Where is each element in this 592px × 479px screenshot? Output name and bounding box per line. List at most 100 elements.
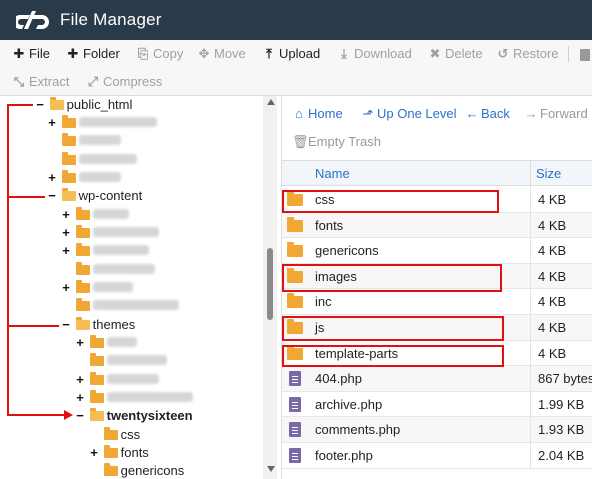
redacted-label <box>106 374 159 384</box>
tree-item[interactable]: + <box>60 206 129 224</box>
upload-button[interactable]: ⤒ Upload <box>262 42 320 66</box>
tree-item[interactable]: + <box>74 389 193 407</box>
expand-toggle[interactable]: + <box>60 224 72 242</box>
back-button[interactable]: ← Back <box>465 104 510 124</box>
tree-item[interactable] <box>60 297 179 315</box>
tree-item-fonts[interactable]: + fonts <box>88 444 149 462</box>
tree-item-genericons[interactable]: genericons <box>88 462 184 479</box>
file-row[interactable]: footer.php 2.04 KB <box>282 443 592 469</box>
php-file-icon <box>289 371 301 389</box>
tree-item[interactable]: + <box>60 224 159 242</box>
folder-icon <box>287 293 303 309</box>
tree-item-twentysixteen[interactable]: − twentysixteen <box>74 407 193 425</box>
column-divider <box>530 263 531 289</box>
file-row[interactable]: archive.php 1.99 KB <box>282 391 592 418</box>
expand-toggle[interactable]: + <box>60 206 72 224</box>
folder-icon <box>287 216 306 234</box>
php-file-icon <box>289 448 301 466</box>
extract-button[interactable]: ⤡ Extract <box>12 70 70 94</box>
folder-icon <box>75 225 90 238</box>
tree-item[interactable]: + <box>60 279 133 297</box>
file-name: archive.php <box>315 396 383 412</box>
tree-item[interactable]: + <box>60 242 149 260</box>
file-size: 4 KB <box>538 192 567 207</box>
redacted-label <box>106 355 167 365</box>
folder-icon <box>103 445 118 458</box>
new-file-button[interactable]: ✚ File <box>12 42 50 66</box>
redacted-label <box>78 154 137 164</box>
folder-icon <box>287 242 306 259</box>
scroll-up-arrow-icon[interactable] <box>267 99 275 105</box>
expand-toggle[interactable]: + <box>46 114 58 132</box>
forward-button[interactable]: → Forward <box>524 104 588 124</box>
document-icon[interactable] <box>580 49 590 61</box>
restore-button[interactable]: ↺ Restore <box>496 42 559 66</box>
file-row[interactable]: comments.php 1.93 KB <box>282 417 592 443</box>
redacted-label <box>78 135 121 145</box>
size-column-header[interactable]: Size <box>536 161 561 187</box>
redacted-label <box>92 282 133 292</box>
expand-toggle[interactable]: + <box>74 371 86 389</box>
expand-toggle[interactable]: + <box>74 334 86 352</box>
expand-toggle[interactable]: + <box>88 444 100 462</box>
tree-item[interactable] <box>74 352 167 370</box>
tree-item[interactable]: + <box>74 334 137 352</box>
name-column-header[interactable]: Name <box>315 161 350 187</box>
tree-item[interactable]: + <box>46 169 121 187</box>
scroll-down-arrow-icon[interactable] <box>267 466 275 472</box>
annotation-connector <box>7 325 59 327</box>
empty-trash-button[interactable]: 🗑Empty Trash <box>292 132 381 152</box>
close-icon: ✖ <box>429 46 441 61</box>
collapse-toggle[interactable]: − <box>74 407 86 425</box>
column-divider <box>530 187 531 212</box>
folder-open-icon <box>75 317 90 330</box>
file-row[interactable]: 404.php 867 bytes <box>282 366 592 392</box>
upload-icon: ⤒ <box>266 46 272 61</box>
compress-button[interactable]: ⤢ Compress <box>86 70 162 94</box>
tree-item-css[interactable]: css <box>88 426 140 444</box>
collapse-toggle[interactable]: − <box>34 96 46 114</box>
scrollbar-thumb[interactable] <box>267 248 273 320</box>
folder-row[interactable]: genericons 4 KB <box>282 238 592 264</box>
collapse-toggle[interactable]: − <box>46 187 58 205</box>
file-name: inc <box>315 294 332 310</box>
expand-toggle[interactable]: + <box>74 389 86 407</box>
tree-item-themes[interactable]: − themes <box>60 316 135 334</box>
tree-item[interactable]: + <box>74 371 159 389</box>
expand-toggle[interactable]: + <box>60 242 72 260</box>
folder-icon <box>75 262 90 275</box>
move-button[interactable]: ✥ Move <box>197 42 246 66</box>
delete-button[interactable]: ✖ Delete <box>428 42 483 66</box>
folder-row[interactable]: inc 4 KB <box>282 289 592 315</box>
tree-item[interactable] <box>46 151 137 169</box>
redacted-label <box>78 172 121 182</box>
download-button[interactable]: ⤓ Download <box>337 42 412 66</box>
file-name: genericons <box>315 243 379 259</box>
redacted-label <box>92 300 179 310</box>
document-icon <box>289 396 301 412</box>
column-divider <box>530 238 531 263</box>
tree-item[interactable] <box>60 261 155 279</box>
new-folder-button[interactable]: ✚ Folder <box>66 42 120 66</box>
folder-icon <box>103 427 118 440</box>
home-button[interactable]: ⌂ Home <box>292 104 343 124</box>
folder-open-icon <box>49 97 64 110</box>
annotation-connector <box>7 414 65 416</box>
cpanel-logo-icon[interactable] <box>16 7 52 33</box>
folder-icon <box>287 242 303 258</box>
trash-icon: 🗑 <box>292 134 309 149</box>
folder-row[interactable]: fonts 4 KB <box>282 212 592 239</box>
tree-item[interactable]: + <box>46 114 157 132</box>
redacted-label <box>92 245 149 255</box>
expand-toggle[interactable]: + <box>46 169 58 187</box>
tree-item[interactable] <box>46 132 121 150</box>
folder-icon <box>61 170 76 183</box>
copy-button[interactable]: ⎘ Copy <box>136 42 184 66</box>
up-one-level-button[interactable]: ⬏ Up One Level <box>361 104 457 124</box>
collapse-toggle[interactable]: − <box>60 316 72 334</box>
folder-icon <box>75 243 90 256</box>
expand-toggle[interactable]: + <box>60 279 72 297</box>
tree-item-public-html[interactable]: − public_html <box>34 96 132 114</box>
tree-item-wp-content[interactable]: − wp-content <box>46 187 142 205</box>
document-icon <box>289 422 301 438</box>
